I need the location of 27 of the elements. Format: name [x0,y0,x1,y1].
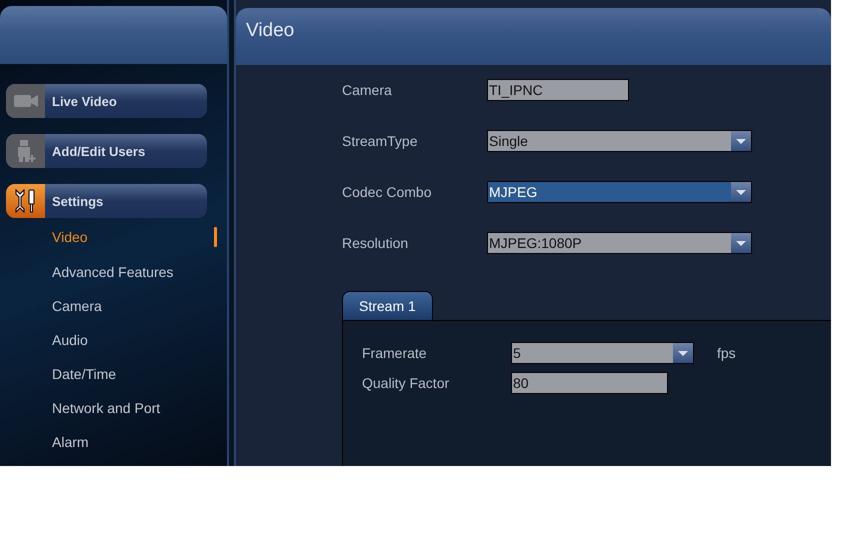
panel-title: Video [246,20,296,42]
field-label: Resolution [342,235,410,251]
nav-button[interactable]: Add/Edit Users [6,134,207,168]
submenu-item[interactable]: Video [52,228,88,246]
submenu-item[interactable]: Audio [52,331,88,349]
submenu-item[interactable]: Camera [52,297,102,315]
field-label: StreamType [342,133,418,149]
field-label: Framerate [362,345,428,361]
submenu-item[interactable]: Network and Port [52,399,160,417]
dropdown[interactable]: 5 [511,342,694,364]
unit-label: fps [717,345,736,361]
field-label: Camera [342,82,393,98]
submenu-item[interactable]: Alarm [52,433,89,451]
field-label: Quality Factor [362,375,450,391]
nav-button[interactable]: Live Video [6,84,207,118]
dropdown[interactable]: MJPEG:1080P [487,232,752,254]
video-camera-icon [12,93,38,109]
field-label: Codec Combo [342,184,432,200]
submenu-item[interactable]: Date/Time [52,365,116,383]
submenu-item[interactable]: Advanced Features [52,263,174,281]
dropdown[interactable]: Single [487,130,752,152]
dropdown[interactable]: MJPEG [487,181,752,203]
text-field[interactable]: TI_IPNC [487,79,629,101]
nav-button[interactable]: Settings [6,184,207,218]
text-field[interactable]: 80 [511,372,668,394]
tab[interactable]: Stream 1 [342,291,433,320]
selection-indicator [214,227,217,247]
